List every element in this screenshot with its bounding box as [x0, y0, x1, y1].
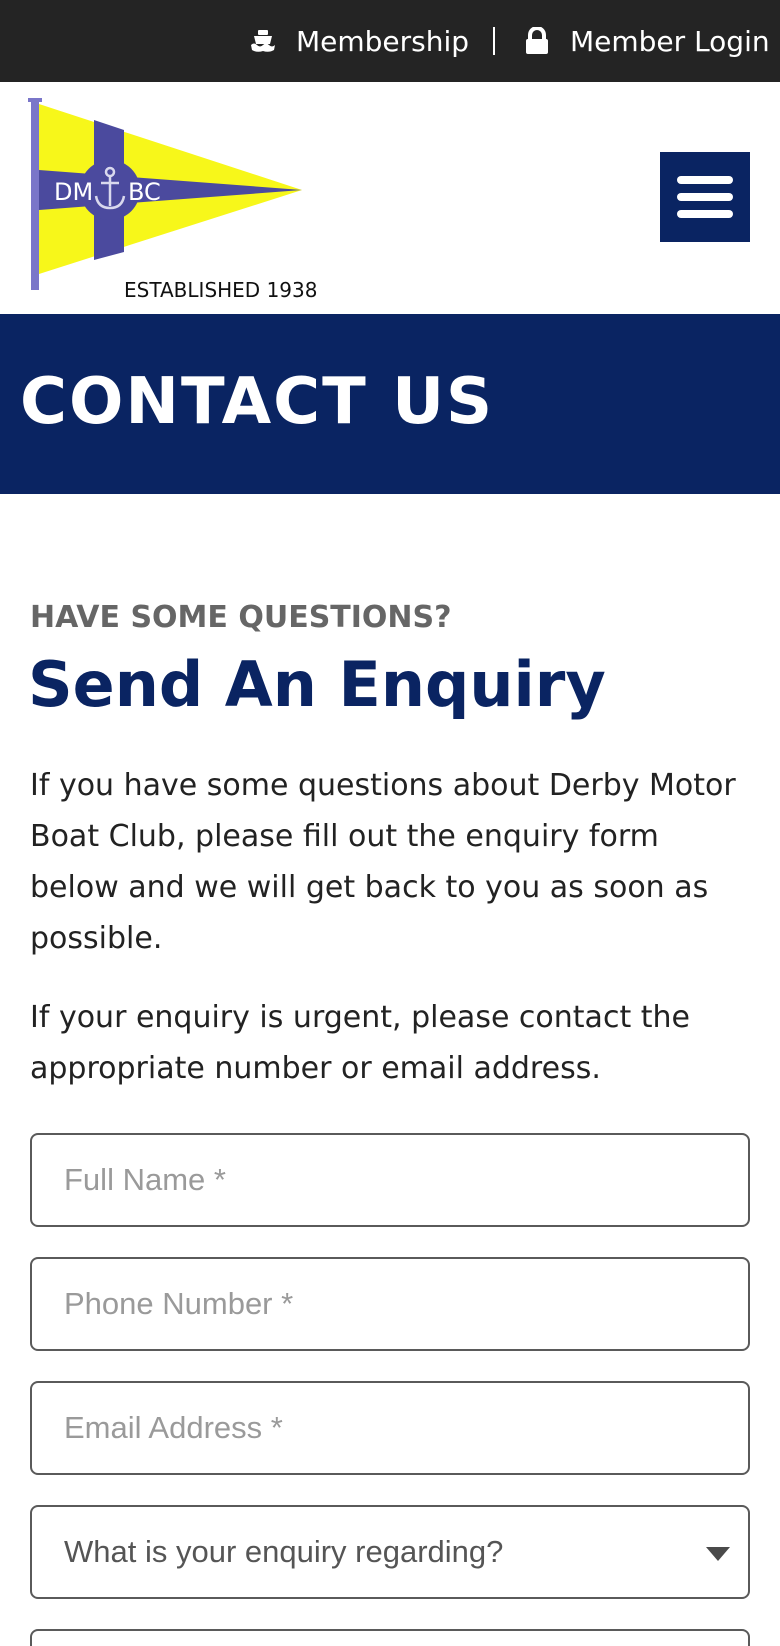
boat-icon [251, 30, 275, 52]
urgent-paragraph: If your enquiry is urgent, please contac… [30, 1000, 690, 1086]
lock-icon [526, 27, 548, 54]
full-name-input[interactable] [30, 1133, 750, 1227]
page-banner: CONTACT US [0, 314, 780, 494]
section-heading: Send An Enquiry [28, 648, 606, 721]
member-login-label: Member Login [570, 24, 770, 58]
top-bar: Membership Member Login [0, 0, 780, 82]
site-header: DM BC ESTABLISHED 1938 [0, 82, 780, 314]
hamburger-bar-middle [677, 193, 733, 201]
next-form-field[interactable] [30, 1629, 750, 1646]
logo-text-dm: DM [54, 178, 93, 206]
page-title: CONTACT US [20, 365, 495, 439]
logo-caption: ESTABLISHED 1938 [124, 278, 318, 302]
intro-paragraph: If you have some questions about Derby M… [30, 768, 736, 956]
email-address-input[interactable] [30, 1381, 750, 1475]
membership-label: Membership [296, 24, 470, 58]
logo-text-bc: BC [128, 178, 161, 206]
hamburger-bar-bottom [677, 210, 733, 218]
enquiry-topic-select[interactable]: What is your enquiry regarding? [30, 1505, 750, 1599]
pennant-flag-icon: DM BC [28, 98, 302, 290]
section-eyebrow: HAVE SOME QUESTIONS? [30, 600, 452, 635]
membership-link[interactable]: Membership [250, 0, 469, 82]
enquiry-topic-value: What is your enquiry regarding? [64, 1534, 504, 1569]
hamburger-menu-button[interactable] [660, 152, 750, 242]
caret-down-icon [706, 1547, 730, 1561]
club-logo[interactable]: DM BC ESTABLISHED 1938 [26, 98, 317, 302]
topbar-divider [493, 27, 495, 55]
phone-number-input[interactable] [30, 1257, 750, 1351]
hamburger-menu-icon [677, 176, 733, 184]
member-login-link[interactable]: Member Login [524, 0, 770, 82]
